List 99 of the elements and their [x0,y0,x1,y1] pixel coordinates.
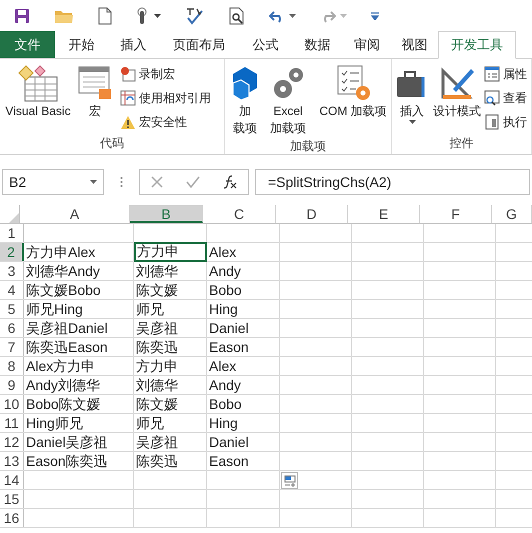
table-cell: Alex [207,243,280,261]
row-header[interactable]: 8 [0,357,24,375]
ribbon-button[interactable]: Visual Basic [2,63,74,120]
table-cell: 师兄 [134,414,207,432]
insert-function-icon[interactable] [222,175,237,189]
table-cell: 陈奕迅 [134,338,207,356]
table-cell: Daniel [207,433,280,451]
table-cell: Andy刘德华 [24,376,134,394]
table-cell: Andy [207,262,280,280]
table-cell: Hing [207,300,280,318]
table-cell: 刘德华 [134,262,207,280]
table-cell: Eason陈奕迅 [24,452,134,470]
ribbon-tab[interactable]: 数据 [292,31,343,58]
table-cell: Eason [207,338,280,356]
table-cell: Daniel [207,319,280,337]
customize-toolbar-icon[interactable] [371,12,379,20]
group-label: 代码 [99,135,125,152]
row-header[interactable]: 3 [0,262,24,280]
row-header[interactable]: 2 [0,243,24,261]
table-cell: Alex [207,357,280,375]
save-icon[interactable] [14,8,30,24]
name-box[interactable]: B2 [2,169,104,195]
table-cell: Bobo [207,395,280,413]
table-cell: Bobo陈文媛 [24,395,134,413]
row-header[interactable]: 14 [0,471,24,489]
ribbon-tab[interactable]: 文件 [0,31,55,58]
row-header[interactable]: 5 [0,300,24,318]
ribbon-button[interactable]: 宏 [76,63,114,120]
ribbon-button[interactable]: 设计模式 [432,63,482,120]
drag-handle-icon[interactable] [120,176,123,188]
table-cell: 师兄 [134,300,207,318]
ribbon-tab[interactable]: 公式 [239,31,292,58]
properties-icon [484,66,500,82]
ribbon-button[interactable]: 使用相对引用 [120,87,211,109]
table-cell: 陈文媛 [134,281,207,299]
row-header[interactable]: 10 [0,395,24,413]
row-header[interactable]: 12 [0,433,24,451]
caret-icon[interactable] [154,14,161,18]
table-cell: 吴彦祖 [134,433,207,451]
table-cell: Hing师兄 [24,414,134,432]
view-code-icon [484,90,500,106]
table-cell: 方力申Alex [24,243,134,261]
caret-icon [90,180,97,184]
ribbon-button[interactable]: Excel 加载项 [265,63,311,137]
row-header[interactable]: 15 [0,490,24,508]
column-header[interactable]: B [130,205,203,223]
table-cell: Andy [207,376,280,394]
row-header[interactable]: 7 [0,338,24,356]
active-cell[interactable]: 方力申 [134,242,207,262]
row-header[interactable]: 16 [0,509,24,527]
spelling-check-icon[interactable] [185,6,205,24]
dialog-icon [484,114,500,130]
ribbon-button[interactable]: 执行 [484,111,527,133]
table-cell: 吴彦祖 [134,319,207,337]
group-label: 控件 [448,135,474,152]
ribbon-tab[interactable]: 审阅 [343,31,391,58]
ribbon-button[interactable]: 录制宏 [120,63,211,85]
ribbon-button[interactable]: 插入 [394,63,430,124]
table-cell: 吴彦祖Daniel [24,319,134,337]
table-cell: 陈文媛Bobo [24,281,134,299]
table-cell: 师兄Hing [24,300,134,318]
table-cell: 陈奕迅Eason [24,338,134,356]
ribbon-button[interactable]: 宏安全性 [120,111,211,133]
ribbon-button[interactable]: 查看 [484,87,527,109]
ribbon-button[interactable]: 加 载项 [227,63,263,137]
ribbon-tab[interactable]: 页面布局 [159,31,239,58]
row-header[interactable]: 1 [0,224,24,242]
table-cell: 方力申 [134,357,207,375]
table-cell: 陈奕迅 [134,452,207,470]
group-label: 加载项 [289,138,327,155]
new-document-icon[interactable] [98,6,112,24]
visual-basic-icon [17,63,59,103]
table-cell: Eason [207,452,280,470]
caret-icon[interactable] [289,14,296,18]
ribbon-tab[interactable]: 开发工具 [438,31,516,59]
paste-options-icon[interactable] [281,472,298,489]
record-icon [120,66,136,82]
table-cell: 刘德华 [134,376,207,394]
ribbon-tab[interactable]: 插入 [108,31,159,58]
ribbon-button[interactable]: 属性 [484,63,527,85]
table-cell: Bobo [207,281,280,299]
row-header[interactable]: 11 [0,414,24,432]
table-cell: 陈文媛 [134,395,207,413]
warning-icon [120,114,136,130]
print-preview-icon[interactable] [229,6,245,24]
table-cell: 刘德华Andy [24,262,134,280]
relative-reference-icon [120,90,136,106]
checklist-gear-icon [335,63,371,103]
ribbon-tab[interactable]: 开始 [55,31,108,58]
table-cell: Alex方力申 [24,357,134,375]
row-header[interactable]: 13 [0,452,24,470]
table-cell: Daniel吴彦祖 [24,433,134,451]
table-cell: Hing [207,414,280,432]
row-header[interactable]: 4 [0,281,24,299]
row-header[interactable]: 6 [0,319,24,337]
formula-input[interactable]: =SplitStringChs(A2) [255,169,530,195]
row-header[interactable]: 9 [0,376,24,394]
ribbon-button[interactable]: COM 加载项 [313,63,393,120]
ribbon-tab[interactable]: 视图 [391,31,438,58]
